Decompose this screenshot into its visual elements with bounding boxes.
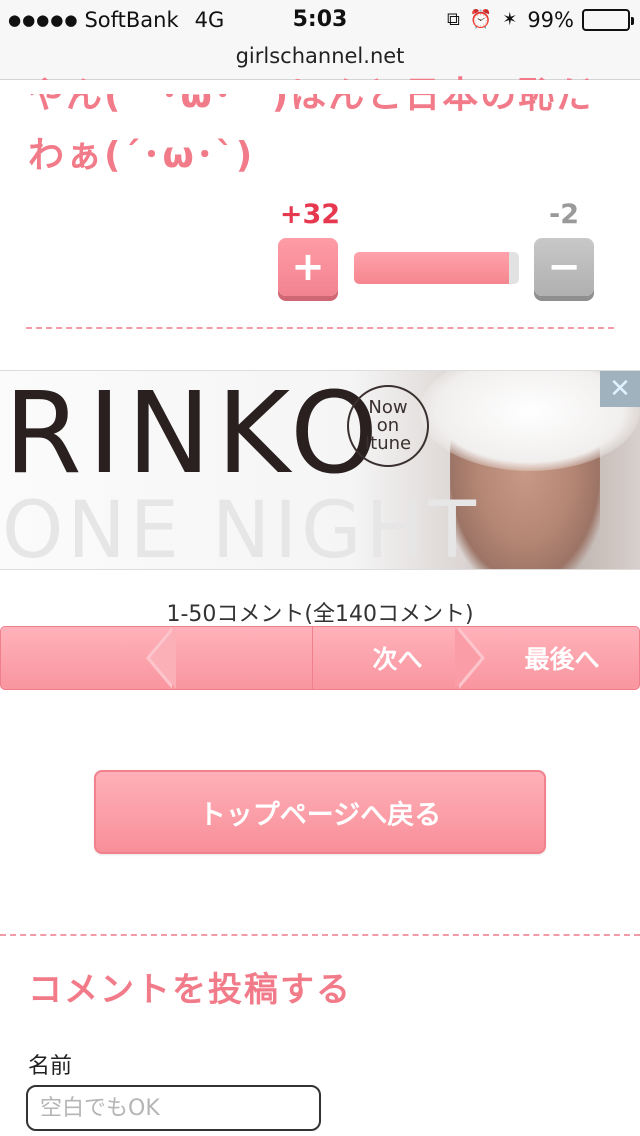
name-label: 名前 [28,1054,73,1079]
minus-icon: − [547,244,581,290]
minus-vote-count: -2 [549,199,579,230]
comment-line: やん( ･ω･ )ほんと日本の恥だ [28,75,595,116]
section-divider [0,934,640,936]
last-page-button[interactable]: 最後へ [483,627,640,689]
carrier-name: SoftBank [84,8,179,32]
vote-ratio-fill [354,252,510,284]
url-bar-underlay [0,80,640,94]
plus-icon: + [291,244,325,290]
back-to-top-page-button[interactable]: トップページへ戻る [94,770,546,854]
comment-count: 1-50コメント(全140コメント) [166,602,474,627]
ad-badge-line: Itune [364,433,412,454]
comment-line: わぁ(´･ω･`) [28,135,255,176]
ad-subtitle: ONE NIGHT [2,486,480,570]
orientation-lock-icon: ⧉ [446,9,460,30]
status-right: ⧉ ⏰ ✶ 99% [446,6,634,34]
alarm-icon: ⏰ [469,9,493,30]
status-bar: ●●●●● SoftBank 4G 5:03 ⧉ ⏰ ✶ 99% [0,0,640,40]
signal-strength-icon: ●●●●● [8,11,79,29]
plus-vote-button[interactable]: + [278,238,338,296]
plus-vote-count: +32 [279,199,341,230]
post-comment-heading: コメントを投稿する [28,970,352,1010]
battery-percent: 99% [527,8,574,32]
ad-close-icon[interactable]: ✕ [600,371,640,407]
divider [26,327,614,329]
chevron-right-icon-inner [455,627,481,689]
status-left: ●●●●● SoftBank 4G [8,6,224,34]
ad-badge: Now on Itune [347,385,429,467]
battery-icon [582,9,634,31]
ad-title: RINKO [4,370,385,499]
ad-banner[interactable]: RINKO ONE NIGHT Now on Itune ✕ [0,370,640,570]
bluetooth-icon: ✶ [502,9,518,30]
minus-vote-button[interactable]: − [534,238,594,296]
name-input[interactable] [26,1085,321,1131]
network-type: 4G [194,8,225,32]
vote-ratio-bar [354,252,519,284]
chevron-left-icon-inner [150,627,176,689]
pagination-bar: 次へ 最後へ [0,626,640,690]
